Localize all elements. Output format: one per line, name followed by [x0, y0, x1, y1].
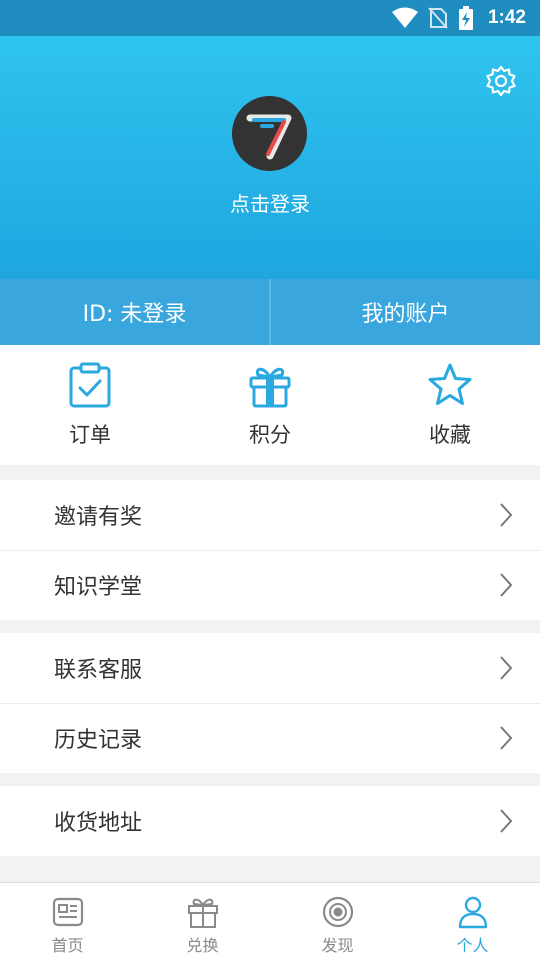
- menu-item-invite-reward[interactable]: 邀请有奖: [0, 480, 540, 550]
- chevron-right-icon: [500, 726, 513, 750]
- status-bar: 1:42: [0, 0, 540, 36]
- menu-item-history[interactable]: 历史记录: [0, 703, 540, 773]
- menu-item-knowledge-school[interactable]: 知识学堂: [0, 550, 540, 620]
- menu-item-label: 联系客服: [54, 658, 143, 683]
- chevron-right-icon: [500, 656, 513, 680]
- points-label: 积分: [249, 423, 291, 447]
- status-time: 1:42: [487, 7, 526, 28]
- nav-home[interactable]: 首页: [0, 883, 135, 960]
- menu-item-label: 知识学堂: [54, 575, 143, 600]
- menu-group-3: 收货地址: [0, 786, 540, 856]
- nav-label: 发现: [321, 936, 354, 955]
- wifi-icon: [391, 7, 418, 28]
- menu-item-label: 历史记录: [54, 728, 143, 753]
- login-prompt[interactable]: 点击登录: [0, 188, 540, 217]
- nav-profile[interactable]: 个人: [405, 883, 540, 960]
- my-account-button[interactable]: 我的账户: [271, 279, 540, 345]
- person-icon: [458, 896, 487, 929]
- favorites-label: 收藏: [429, 423, 471, 447]
- news-card-icon: [52, 897, 83, 927]
- favorites-entry[interactable]: 收藏: [360, 345, 540, 465]
- orders-label: 订单: [69, 423, 111, 447]
- points-entry[interactable]: 积分: [180, 345, 360, 465]
- user-id-label: ID: 未登录: [82, 302, 187, 327]
- no-sim-icon: [428, 7, 448, 29]
- chevron-right-icon: [500, 573, 513, 597]
- settings-button[interactable]: [484, 64, 518, 98]
- gift-icon: [249, 367, 291, 408]
- nav-exchange[interactable]: 兑换: [135, 883, 270, 960]
- quick-entries: 订单 积分 收藏: [0, 345, 540, 465]
- eye-circle-icon: [322, 896, 353, 928]
- menu-group-2: 联系客服 历史记录: [0, 633, 540, 773]
- chevron-right-icon: [500, 809, 513, 833]
- clipboard-check-icon: [69, 362, 111, 408]
- battery-charging-icon: [458, 6, 473, 30]
- menu-item-contact-service[interactable]: 联系客服: [0, 633, 540, 703]
- avatar[interactable]: [232, 96, 307, 171]
- nav-label: 兑换: [186, 936, 219, 955]
- nav-label: 个人: [456, 936, 489, 955]
- menu-group-1: 邀请有奖 知识学堂: [0, 480, 540, 620]
- menu-item-shipping-address[interactable]: 收货地址: [0, 786, 540, 856]
- gift-icon: [187, 898, 218, 928]
- account-strip: ID: 未登录 我的账户: [0, 279, 540, 345]
- menu-item-label: 收货地址: [54, 811, 143, 836]
- nav-label: 首页: [51, 936, 84, 955]
- nav-discover[interactable]: 发现: [270, 883, 405, 960]
- menu-item-label: 邀请有奖: [54, 505, 143, 530]
- star-icon: [428, 363, 472, 405]
- orders-entry[interactable]: 订单: [0, 345, 180, 465]
- bottom-nav: 首页 兑换 发现 个人: [0, 882, 540, 960]
- account-divider: [269, 279, 271, 345]
- chevron-right-icon: [500, 503, 513, 527]
- gear-icon: [486, 65, 516, 97]
- profile-header: 点击登录: [0, 36, 540, 279]
- app-logo-icon: [246, 114, 291, 159]
